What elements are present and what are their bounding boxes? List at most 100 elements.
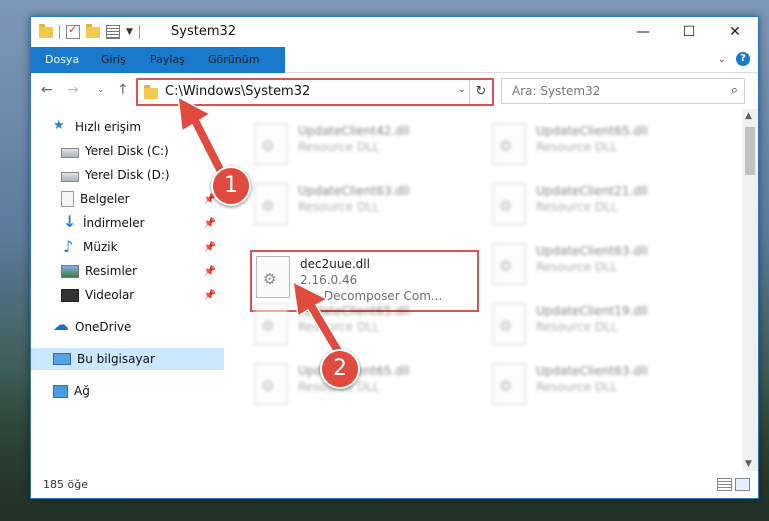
divider: [138, 25, 140, 39]
pin-icon[interactable]: 📌: [204, 290, 216, 301]
file-explorer-window: ▼ System32 — ☐ ✕ Dosya Giriş Paylaş Görü…: [30, 16, 759, 499]
address-path[interactable]: C:\Windows\System32: [165, 84, 310, 99]
forward-button[interactable]: →: [67, 82, 79, 98]
help-icon[interactable]: ?: [736, 52, 750, 66]
vertical-scrollbar[interactable]: ▲ ▼: [742, 109, 758, 471]
list-item[interactable]: UpdateClient63.dll Resource DLL: [254, 181, 480, 229]
tab-home[interactable]: Giriş: [89, 47, 138, 72]
back-button[interactable]: ←: [41, 82, 53, 98]
search-box[interactable]: ⌕: [501, 78, 745, 104]
folder-icon[interactable]: [39, 23, 53, 38]
customize-icon[interactable]: [106, 25, 120, 39]
list-item[interactable]: UpdateClient21.dll Resource DLL: [492, 181, 718, 229]
status-bar: 185 öğe: [31, 472, 758, 498]
sidebar-item-label: Yerel Disk (D:): [85, 168, 170, 182]
list-item[interactable]: UpdateClient19.dll Resource DLL: [492, 301, 718, 349]
sidebar-item-label: OneDrive: [75, 320, 132, 334]
sidebar-item-documents[interactable]: Belgeler 📌: [31, 188, 224, 210]
file-description: Resource DLL: [536, 320, 618, 334]
list-item[interactable]: UpdateClient63.dll Resource DLL: [492, 361, 718, 409]
sidebar-item-pictures[interactable]: Resimler 📌: [31, 260, 224, 282]
list-item[interactable]: UpdateClient65.dll Resource DLL: [254, 301, 480, 349]
address-bar[interactable]: C:\Windows\System32 ⌄ ↻: [136, 78, 494, 106]
step-2-badge: 2: [320, 349, 360, 389]
refresh-button[interactable]: ↻: [469, 80, 492, 104]
sidebar-item-music[interactable]: Müzik 📌: [31, 236, 224, 258]
large-icons-view-icon[interactable]: [735, 478, 750, 491]
file-name: UpdateClient63.dll: [298, 184, 410, 198]
sidebar-item-label: Resimler: [85, 264, 138, 278]
tab-share[interactable]: Paylaş: [138, 47, 197, 72]
file-description: Resource DLL: [536, 260, 618, 274]
search-input[interactable]: [510, 83, 714, 99]
file-name: UpdateClient65.dll: [536, 124, 648, 138]
dll-file-icon: [492, 303, 526, 345]
list-item[interactable]: UpdateClient65.dll Resource DLL: [254, 361, 480, 409]
file-description: Resource DLL: [536, 380, 618, 394]
navigation-bar: ← → ⌄ ↑ C:\Windows\System32 ⌄ ↻ ⌕: [31, 73, 758, 109]
sidebar-item-label: Bu bilgisayar: [77, 352, 155, 366]
documents-icon: [61, 191, 74, 207]
file-name: UpdateClient21.dll: [536, 184, 648, 198]
close-button[interactable]: ✕: [712, 17, 758, 47]
chevron-down-icon[interactable]: ▼: [126, 27, 133, 37]
dll-file-icon: [492, 243, 526, 285]
dll-file-icon: [254, 363, 288, 405]
expand-ribbon-icon[interactable]: ⌄: [718, 54, 726, 65]
folder-icon: [144, 85, 158, 99]
drive-icon: [61, 148, 79, 158]
ribbon-tabs: Dosya Giriş Paylaş Görünüm ⌄ ?: [31, 47, 758, 95]
sidebar-item-label: İndirmeler: [83, 216, 145, 230]
item-count: 185 öğe: [43, 478, 88, 491]
scrollbar-thumb[interactable]: [745, 127, 755, 175]
sidebar-item-quick-access[interactable]: Hızlı erişim: [31, 116, 224, 138]
file-name: UpdateClient42.dll: [298, 124, 410, 138]
list-item[interactable]: UpdateClient65.dll Resource DLL: [492, 121, 718, 169]
sidebar-item-videos[interactable]: Videolar 📌: [31, 284, 224, 306]
sidebar-item-onedrive[interactable]: OneDrive: [31, 315, 224, 338]
recent-locations-icon[interactable]: ⌄: [97, 85, 105, 95]
ribbon-help-area: ⌄ ?: [718, 52, 750, 66]
sidebar-item-local-disk-d[interactable]: Yerel Disk (D:): [31, 164, 224, 186]
up-button[interactable]: ↑: [117, 82, 129, 98]
quick-access-toolbar: ▼: [39, 23, 140, 41]
divider: [59, 25, 60, 39]
list-item[interactable]: UpdateClient42.dll Resource DLL: [254, 121, 480, 169]
scroll-down-icon[interactable]: ▼: [745, 459, 752, 469]
sidebar-item-label: Videolar: [85, 288, 135, 302]
properties-icon[interactable]: [66, 23, 80, 39]
pin-icon[interactable]: 📌: [204, 218, 216, 229]
chevron-down-icon[interactable]: ⌄: [458, 84, 466, 95]
star-icon: [53, 118, 69, 134]
sidebar-item-label: Hızlı erişim: [75, 120, 142, 134]
maximize-button[interactable]: ☐: [666, 17, 712, 47]
step-1-badge: 1: [211, 166, 251, 206]
videos-icon: [61, 288, 79, 302]
tab-view[interactable]: Görünüm: [196, 47, 271, 72]
sidebar-item-network[interactable]: Ağ: [31, 380, 224, 402]
list-item[interactable]: UpdateClient63.dll Resource DLL: [492, 241, 718, 289]
minimize-button[interactable]: —: [620, 17, 666, 47]
sidebar-item-this-pc[interactable]: Bu bilgisayar: [31, 348, 224, 370]
scroll-up-icon[interactable]: ▲: [745, 111, 752, 121]
pin-icon[interactable]: 📌: [204, 242, 216, 253]
cloud-icon: [53, 315, 69, 334]
file-description: Resource DLL: [536, 200, 618, 214]
dll-file-icon: [254, 303, 288, 345]
drive-icon: [61, 172, 79, 182]
new-folder-icon[interactable]: [86, 23, 100, 38]
file-description: Resource DLL: [298, 200, 380, 214]
dll-file-icon: [254, 183, 288, 225]
window-title: System32: [171, 24, 237, 39]
file-name: UpdateClient19.dll: [536, 304, 648, 318]
dll-file-icon: [492, 183, 526, 225]
sidebar-item-downloads[interactable]: İndirmeler 📌: [31, 212, 224, 234]
sidebar-item-local-disk-c[interactable]: Yerel Disk (C:): [31, 140, 224, 162]
file-name: UpdateClient65.dll: [298, 304, 410, 318]
file-description: Resource DLL: [298, 320, 380, 334]
details-view-icon[interactable]: [717, 478, 732, 491]
search-icon[interactable]: ⌕: [731, 83, 738, 98]
file-list: UpdateClient42.dll Resource DLL UpdateCl…: [224, 109, 742, 469]
pin-icon[interactable]: 📌: [204, 266, 216, 277]
download-icon: [61, 212, 77, 231]
